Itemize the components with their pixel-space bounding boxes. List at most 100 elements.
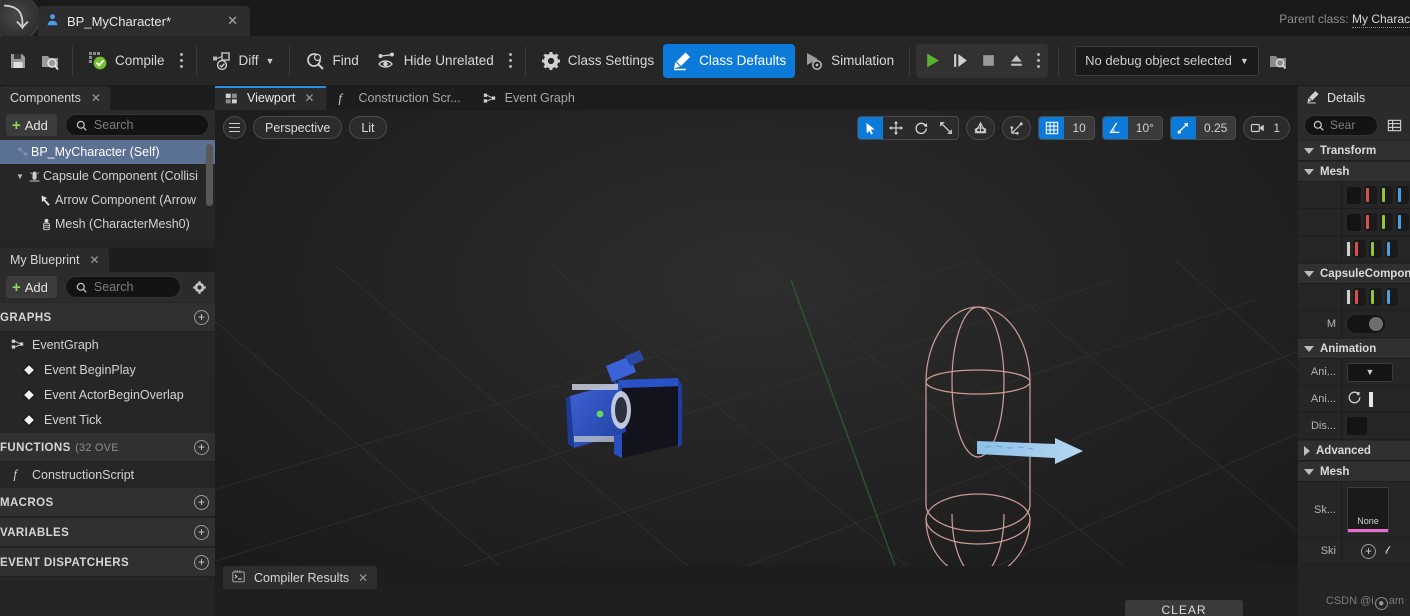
compile-options-button[interactable] [174,44,190,78]
add-blueprint-item-button[interactable]: + Add [6,276,57,298]
tab-details[interactable]: Details [1298,86,1410,110]
component-tree-item[interactable]: Arrow Component (Arrow [0,188,215,212]
z-field[interactable] [1385,240,1398,258]
close-icon[interactable]: ✕ [223,13,242,29]
myblueprint-section-header[interactable]: EVENT DISPATCHERS + [0,547,215,577]
clear-button[interactable]: CLEAR [1125,600,1243,616]
value-field[interactable] [1347,213,1361,231]
debug-object-dropdown[interactable]: No debug object selected ▼ [1075,45,1259,76]
z-field[interactable] [1396,186,1409,204]
angle-snap-control[interactable]: 10° [1101,116,1163,140]
reset-icon[interactable] [1347,389,1362,409]
perspective-dropdown[interactable]: Perspective [253,116,343,139]
hide-unrelated-button[interactable]: Hide Unrelated [368,44,503,78]
add-section-item-button[interactable]: + [194,439,209,455]
tab-construction-scr[interactable]: f Construction Scr... [326,86,472,110]
value-field[interactable] [1347,290,1350,304]
close-icon[interactable]: ✕ [89,253,99,267]
camera-speed-value[interactable]: 1 [1271,117,1289,139]
x-field[interactable] [1353,288,1366,306]
hamburger-icon[interactable] [223,116,246,139]
class-settings-button[interactable]: Class Settings [532,44,663,78]
xyz-fields[interactable] [1364,213,1409,231]
z-field[interactable] [1396,213,1409,231]
y-field[interactable] [1369,288,1382,306]
expander-icon[interactable] [1304,468,1314,475]
dropdown[interactable]: ▼ [1347,362,1393,382]
value-field[interactable] [1369,391,1373,407]
viewmode-dropdown[interactable]: Lit [349,116,387,139]
myblueprint-section-header[interactable]: MACROS + [0,487,215,517]
details-category-header[interactable]: Mesh [1298,461,1410,482]
grid-snap-value[interactable]: 10 [1064,117,1094,139]
details-category-header[interactable]: Animation [1298,338,1410,359]
tab-event-graph[interactable]: Event Graph [473,86,587,110]
components-scrollbar[interactable] [206,144,213,206]
xyz-fields[interactable] [1353,240,1398,258]
components-search-input[interactable]: Search [64,114,209,136]
x-field[interactable] [1353,240,1366,258]
add-component-button[interactable]: + Add [6,114,57,136]
y-field[interactable] [1369,240,1382,258]
add-section-item-button[interactable]: + [194,554,209,570]
myblueprint-item[interactable]: Event Tick [0,407,215,432]
component-tree-item[interactable]: Mesh (CharacterMesh0) [0,212,215,236]
scale-tool-button[interactable] [933,117,958,139]
save-button[interactable] [2,44,34,78]
add-section-item-button[interactable]: + [194,494,209,510]
scale-snap-value[interactable]: 0.25 [1195,117,1236,139]
xyz-fields[interactable] [1364,186,1409,204]
find-button[interactable]: Find [296,44,367,78]
asset-thumbnail[interactable]: None [1347,486,1389,533]
myblueprint-item[interactable]: Event BeginPlay [0,357,215,382]
class-defaults-button[interactable]: Class Defaults [663,43,796,78]
surface-snap-icon[interactable] [1003,117,1030,139]
expander-icon[interactable] [1304,168,1314,175]
expander-icon[interactable]: ▼ [14,172,26,181]
y-field[interactable] [1380,213,1393,231]
add-element-button[interactable]: + [1361,543,1376,559]
angle-snap-value[interactable]: 10° [1127,117,1162,139]
scale-arrow-icon[interactable] [1170,117,1196,139]
browse-button[interactable] [34,44,66,78]
add-section-item-button[interactable]: + [194,524,209,540]
details-category-header[interactable]: Transform [1298,140,1410,161]
camera-icon[interactable] [1244,117,1271,139]
debug-browse-button[interactable] [1267,50,1289,72]
tab-viewport[interactable]: Viewport ✕ [215,86,327,110]
diff-button[interactable]: Diff ▼ [203,44,284,78]
checkbox-field[interactable] [1347,417,1367,435]
details-search-input[interactable]: Sear [1304,114,1378,136]
expander-icon[interactable] [1304,345,1314,352]
close-icon[interactable]: ✕ [91,91,101,105]
add-section-item-button[interactable]: + [194,309,209,325]
select-tool-button[interactable] [858,117,884,139]
myblueprint-section-header[interactable]: FUNCTIONS (32 OVE + [0,432,215,462]
hide-unrelated-options-button[interactable] [503,44,519,78]
eject-button[interactable] [1002,46,1030,76]
tab-my-blueprint[interactable]: My Blueprint ✕ [0,248,109,272]
coordinate-system-button[interactable] [966,116,996,140]
myblueprint-item[interactable]: Event ActorBeginOverlap [0,382,215,407]
grid-snap-control[interactable]: 10 [1038,116,1095,140]
stop-button[interactable] [974,46,1002,76]
toggle-switch[interactable] [1347,315,1385,333]
grid-settings-icon[interactable] [1384,115,1404,135]
world-coordinate-icon[interactable] [967,117,994,139]
xyz-fields[interactable] [1353,288,1398,306]
surface-snap-button[interactable] [1002,116,1032,140]
x-field[interactable] [1364,213,1377,231]
step-button[interactable] [946,46,974,76]
simulation-button[interactable]: Simulation [795,44,903,78]
move-tool-button[interactable] [883,117,908,139]
close-icon[interactable]: ✕ [304,91,314,105]
3d-viewport[interactable]: Z X Y Perspective Lit [215,110,1298,566]
details-category-header[interactable]: CapsuleCompone [1298,263,1410,284]
expander-icon[interactable] [1304,147,1314,154]
rotate-tool-button[interactable] [908,117,933,139]
value-field[interactable] [1347,186,1361,204]
tab-compiler-results[interactable]: Compiler Results ✕ [223,566,378,589]
play-button[interactable] [918,46,946,76]
angle-icon[interactable] [1102,117,1128,139]
expander-icon[interactable] [1304,270,1314,277]
